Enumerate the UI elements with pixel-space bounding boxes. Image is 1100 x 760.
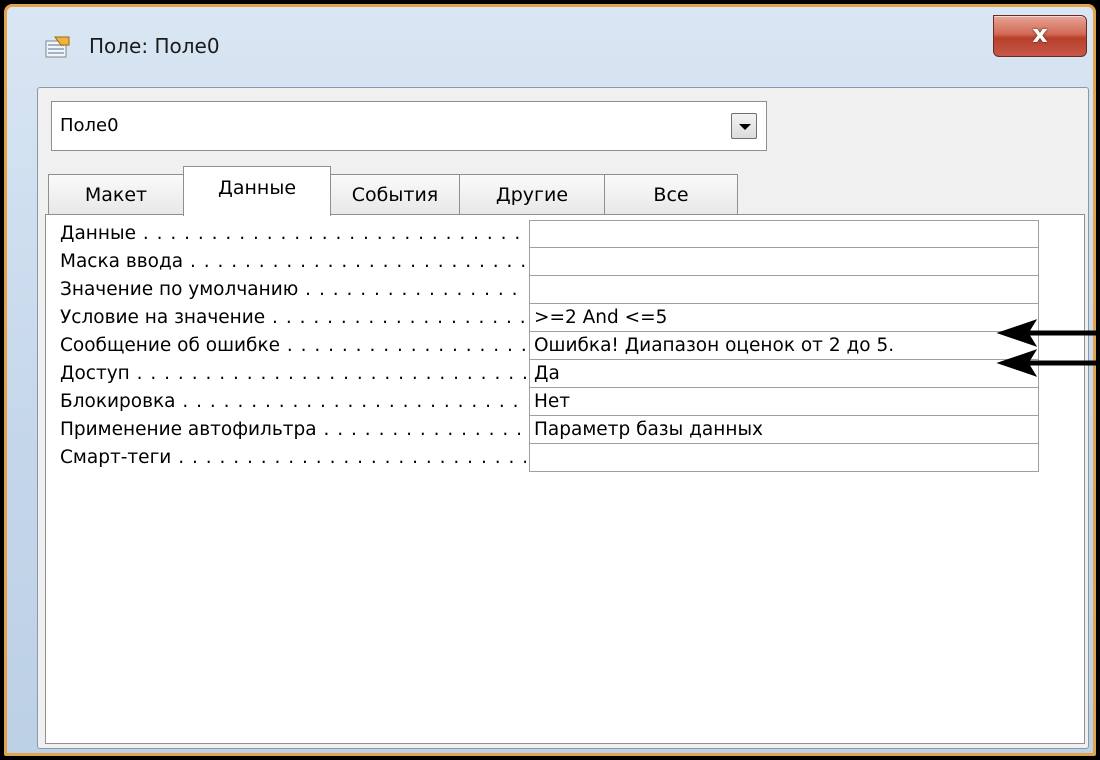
property-sheet-icon bbox=[45, 36, 70, 58]
property-row: Доступ Да bbox=[46, 360, 1039, 388]
property-value-field[interactable]: Ошибка! Диапазон оценок от 2 до 5. bbox=[529, 332, 1039, 360]
close-button[interactable]: x bbox=[993, 15, 1087, 57]
object-selector-combo[interactable]: Поле0 bbox=[51, 101, 767, 151]
window-title: Поле: Поле0 bbox=[89, 34, 220, 58]
property-value-field[interactable] bbox=[529, 248, 1039, 276]
property-row: Условие на значение >=2 And <=5 bbox=[46, 304, 1039, 332]
property-label: Доступ bbox=[60, 363, 526, 384]
property-value-field[interactable]: Да bbox=[529, 360, 1039, 388]
arrow-icon bbox=[996, 319, 1100, 347]
property-row: Значение по умолчанию bbox=[46, 276, 1039, 304]
property-row: Маска ввода bbox=[46, 248, 1039, 276]
property-value-field[interactable] bbox=[529, 444, 1039, 472]
property-label: Применение автофильтра bbox=[60, 419, 526, 440]
property-value-field[interactable]: >=2 And <=5 bbox=[529, 304, 1039, 332]
property-row: Смарт-теги bbox=[46, 444, 1039, 472]
tab-strip: Макет Данные События Другие Все bbox=[38, 166, 1088, 216]
property-row: Данные bbox=[46, 220, 1039, 248]
title-bar[interactable]: Поле: Поле0 x bbox=[7, 7, 1093, 77]
tab-other[interactable]: Другие bbox=[459, 174, 605, 214]
arrow-icon bbox=[996, 349, 1100, 377]
property-label: Блокировка bbox=[60, 391, 526, 412]
property-label: Смарт-теги bbox=[60, 447, 526, 468]
property-row: Блокировка Нет bbox=[46, 388, 1039, 416]
property-value-field[interactable]: Нет bbox=[529, 388, 1039, 416]
property-row: Применение автофильтра Параметр базы дан… bbox=[46, 416, 1039, 444]
tab-data[interactable]: Данные bbox=[183, 166, 331, 216]
property-value-field[interactable] bbox=[529, 276, 1039, 304]
object-selector-value: Поле0 bbox=[60, 115, 119, 136]
chevron-down-icon[interactable] bbox=[731, 113, 757, 139]
annotation-arrows bbox=[996, 319, 1100, 377]
close-icon: x bbox=[1032, 20, 1048, 48]
property-sheet-body: Поле0 Макет Данные События Другие Все Да… bbox=[37, 87, 1089, 749]
tab-layout[interactable]: Макет bbox=[48, 174, 184, 214]
property-sheet-window: Поле: Поле0 x Поле0 Макет Данные События… bbox=[4, 4, 1096, 756]
tab-events[interactable]: События bbox=[330, 174, 460, 214]
property-value-field[interactable]: Параметр базы данных bbox=[529, 416, 1039, 444]
property-value-field[interactable] bbox=[529, 220, 1039, 248]
property-label: Данные bbox=[60, 223, 526, 244]
tab-panel-data: Данные Маска ввода Значение по умолчанию… bbox=[45, 214, 1085, 744]
tab-all[interactable]: Все bbox=[604, 174, 738, 214]
property-label: Сообщение об ошибке bbox=[60, 335, 526, 356]
property-row: Сообщение об ошибке Ошибка! Диапазон оце… bbox=[46, 332, 1039, 360]
property-label: Значение по умолчанию bbox=[60, 279, 526, 300]
property-label: Условие на значение bbox=[60, 307, 526, 328]
property-label: Маска ввода bbox=[60, 251, 526, 272]
